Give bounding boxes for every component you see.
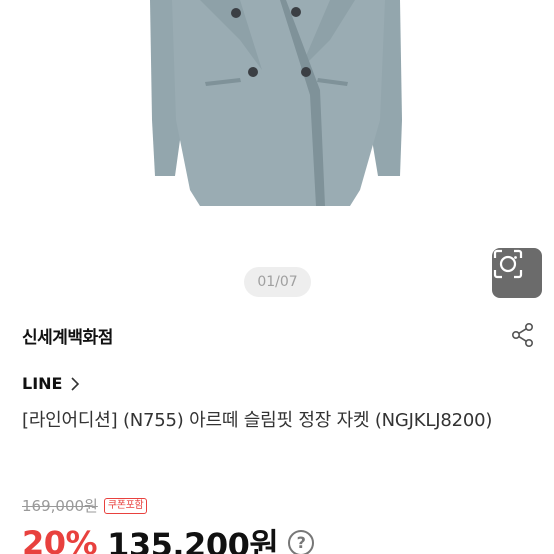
chevron-right-icon: [71, 376, 80, 391]
discount-rate: 20%: [22, 524, 98, 554]
product-image-area[interactable]: 01/07: [0, 0, 554, 305]
sale-price-row: 20% 135,200원 ?: [22, 520, 315, 554]
original-price-row: 169,000원 쿠폰포함: [22, 495, 148, 516]
jacket-button: [301, 67, 311, 77]
coupon-included-badge: 쿠폰포함: [103, 497, 148, 514]
jacket-button: [291, 7, 301, 17]
price-help-icon[interactable]: ?: [288, 530, 315, 554]
jacket-button: [231, 8, 241, 18]
brand-name: LINE: [22, 374, 63, 393]
image-search-lens-button[interactable]: [492, 248, 542, 298]
jacket-button: [248, 67, 258, 77]
image-page-indicator: 01/07: [244, 267, 311, 297]
share-icon[interactable]: [510, 322, 536, 348]
camera-lens-icon: [493, 249, 523, 279]
store-name[interactable]: 신세계백화점: [22, 323, 113, 348]
brand-link[interactable]: LINE: [22, 374, 80, 393]
original-price: 169,000원: [22, 497, 98, 515]
sale-price: 135,200원: [107, 526, 279, 554]
store-row: 신세계백화점: [22, 318, 536, 352]
product-title: [라인어디션] (N755) 아르떼 슬림핏 정장 자켓 (NGJKLJ8200…: [22, 410, 493, 431]
jacket-body: [172, 0, 385, 206]
jacket-product-image: [150, 0, 402, 206]
